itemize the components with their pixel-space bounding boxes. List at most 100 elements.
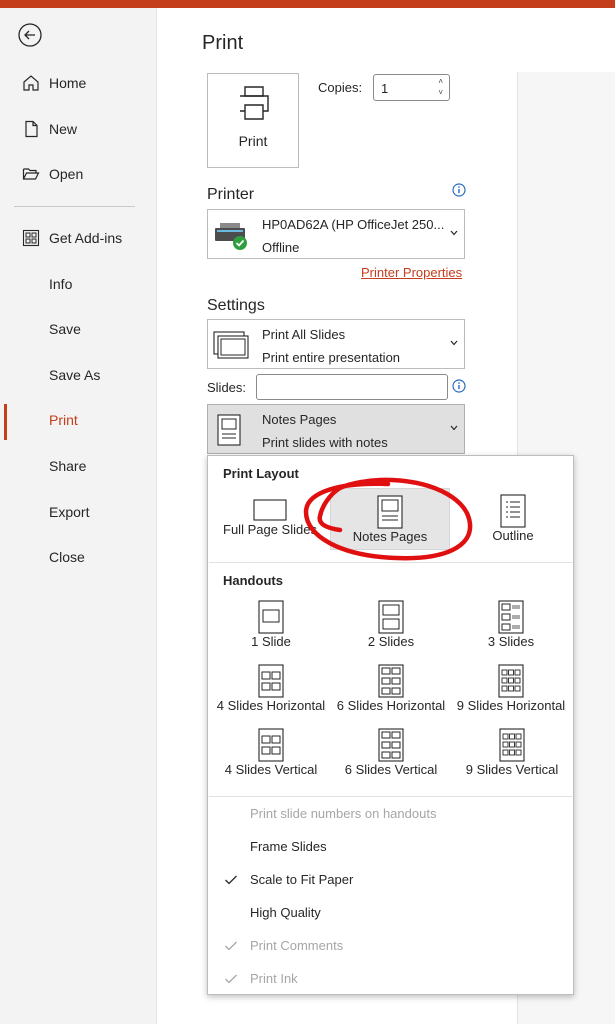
- nav-home-label: Home: [49, 75, 87, 91]
- option-label: 9 Slides Horizontal: [456, 698, 566, 713]
- copies-down-icon[interactable]: ˅: [438, 88, 443, 97]
- app-title-bar: [0, 0, 615, 8]
- slides-label: Slides:: [207, 380, 247, 395]
- nav-new-label: New: [49, 121, 78, 137]
- copies-value: 1: [381, 81, 389, 96]
- menu-separator: [209, 562, 572, 563]
- handouts-group-title: Handouts: [223, 573, 283, 588]
- chevron-down-icon: [450, 340, 458, 346]
- menu-high-quality[interactable]: High Quality: [250, 905, 321, 920]
- nav-save-label: Save: [49, 321, 81, 337]
- option-3-slides[interactable]: 3 Slides: [458, 600, 564, 652]
- menu-print-slide-numbers: Print slide numbers on handouts: [250, 806, 437, 821]
- printer-status: Offline: [262, 240, 300, 255]
- printer-device-icon: [215, 223, 247, 250]
- menu-scale-to-fit-paper[interactable]: Scale to Fit Paper: [250, 872, 353, 887]
- back-button[interactable]: [17, 22, 43, 48]
- handout-4-slides-horizontal-icon: [258, 664, 284, 698]
- print-layout-group-title: Print Layout: [223, 466, 299, 481]
- handout-6-slides-vertical-icon: [378, 728, 404, 762]
- notes-page-icon: [377, 495, 403, 529]
- print-range-title: Print All Slides: [262, 327, 346, 342]
- page-title: Print: [202, 32, 244, 54]
- option-9-slides-horizontal[interactable]: 9 Slides Horizontal: [452, 664, 570, 716]
- nav-save-as-label: Save As: [49, 367, 101, 383]
- nav-info[interactable]: Info: [0, 266, 157, 302]
- handout-9-slides-vertical-icon: [499, 728, 525, 762]
- print-range-dropdown[interactable]: Print All Slides Print entire presentati…: [207, 319, 465, 369]
- option-full-page-slides[interactable]: Full Page Slides: [220, 496, 320, 548]
- option-9-slides-vertical[interactable]: 9 Slides Vertical: [456, 728, 568, 780]
- slides-info-icon[interactable]: [452, 379, 466, 393]
- print-layout-dropdown[interactable]: Notes Pages Print slides with notes: [207, 404, 465, 454]
- option-6-slides-vertical[interactable]: 6 Slides Vertical: [334, 728, 448, 780]
- option-label: Notes Pages: [352, 529, 428, 544]
- back-arrow-icon: [18, 23, 42, 47]
- option-label: 9 Slides Vertical: [465, 762, 559, 777]
- menu-print-comments: Print Comments: [250, 938, 344, 953]
- copies-up-icon[interactable]: ˄: [438, 77, 443, 86]
- printer-name: HP0AD62A (HP OfficeJet 250...: [262, 217, 445, 232]
- nav-home[interactable]: Home: [0, 65, 157, 101]
- nav-new[interactable]: New: [0, 111, 157, 147]
- outline-icon: [500, 494, 526, 528]
- copies-input[interactable]: 1 ˄ ˅: [373, 74, 450, 101]
- option-label: Outline: [492, 528, 534, 543]
- option-label: 4 Slides Horizontal: [216, 698, 326, 713]
- option-4-slides-horizontal[interactable]: 4 Slides Horizontal: [210, 664, 332, 716]
- option-6-slides-horizontal[interactable]: 6 Slides Horizontal: [332, 664, 450, 716]
- nav-share[interactable]: Share: [0, 448, 157, 484]
- nav-open-label: Open: [49, 166, 84, 182]
- option-notes-pages[interactable]: Notes Pages: [330, 488, 450, 550]
- notes-page-icon: [217, 414, 241, 446]
- handout-2-slides-icon: [378, 600, 404, 634]
- handout-6-slides-horizontal-icon: [378, 664, 404, 698]
- checkmark-icon: [225, 974, 237, 984]
- nav-export-label: Export: [49, 504, 90, 520]
- chevron-down-icon: [450, 230, 458, 236]
- nav-print[interactable]: Print: [0, 402, 157, 440]
- option-label: 6 Slides Horizontal: [336, 698, 446, 713]
- print-layout-subtitle: Print slides with notes: [262, 435, 388, 450]
- option-1-slide[interactable]: 1 Slide: [218, 600, 324, 652]
- chevron-down-icon: [450, 425, 458, 431]
- nav-get-add-ins[interactable]: Get Add-ins: [0, 220, 157, 256]
- copies-label: Copies:: [318, 80, 363, 95]
- settings-section-label: Settings: [207, 297, 265, 314]
- add-ins-grid-icon: [22, 229, 40, 247]
- nav-save-as[interactable]: Save As: [0, 357, 157, 393]
- folder-open-icon: [22, 168, 40, 180]
- all-slides-icon: [213, 331, 249, 359]
- option-label: 3 Slides: [487, 634, 535, 649]
- print-range-subtitle: Print entire presentation: [262, 350, 401, 365]
- nav-save[interactable]: Save: [0, 311, 157, 347]
- nav-open[interactable]: Open: [0, 156, 157, 192]
- print-layout-title: Notes Pages: [262, 412, 337, 427]
- nav-info-label: Info: [49, 276, 73, 292]
- option-outline[interactable]: Outline: [468, 494, 558, 550]
- option-label: Full Page Slides: [223, 522, 317, 537]
- option-4-slides-vertical[interactable]: 4 Slides Vertical: [212, 728, 330, 780]
- nav-close[interactable]: Close: [0, 539, 157, 575]
- option-label: 6 Slides Vertical: [344, 762, 438, 777]
- new-document-icon: [25, 120, 38, 138]
- option-2-slides[interactable]: 2 Slides: [338, 600, 444, 652]
- print-button[interactable]: Print: [207, 73, 299, 168]
- printer-info-icon[interactable]: [452, 183, 466, 197]
- slides-input[interactable]: [256, 374, 448, 400]
- nav-print-label: Print: [49, 412, 78, 428]
- full-page-slide-icon: [253, 499, 287, 521]
- printer-dropdown[interactable]: HP0AD62A (HP OfficeJet 250... Offline: [207, 209, 465, 259]
- handout-3-slides-icon: [498, 600, 524, 634]
- nav-export[interactable]: Export: [0, 494, 157, 530]
- option-label: 4 Slides Vertical: [224, 762, 318, 777]
- printer-properties-link[interactable]: Printer Properties: [361, 265, 462, 280]
- printer-section-label: Printer: [207, 186, 255, 203]
- nav-separator: [14, 206, 135, 207]
- nav-share-label: Share: [49, 458, 87, 474]
- home-icon: [23, 75, 39, 91]
- menu-frame-slides[interactable]: Frame Slides: [250, 839, 327, 854]
- menu-print-ink: Print Ink: [250, 971, 298, 986]
- checkmark-icon: [225, 941, 237, 951]
- option-label: 1 Slide: [251, 634, 291, 649]
